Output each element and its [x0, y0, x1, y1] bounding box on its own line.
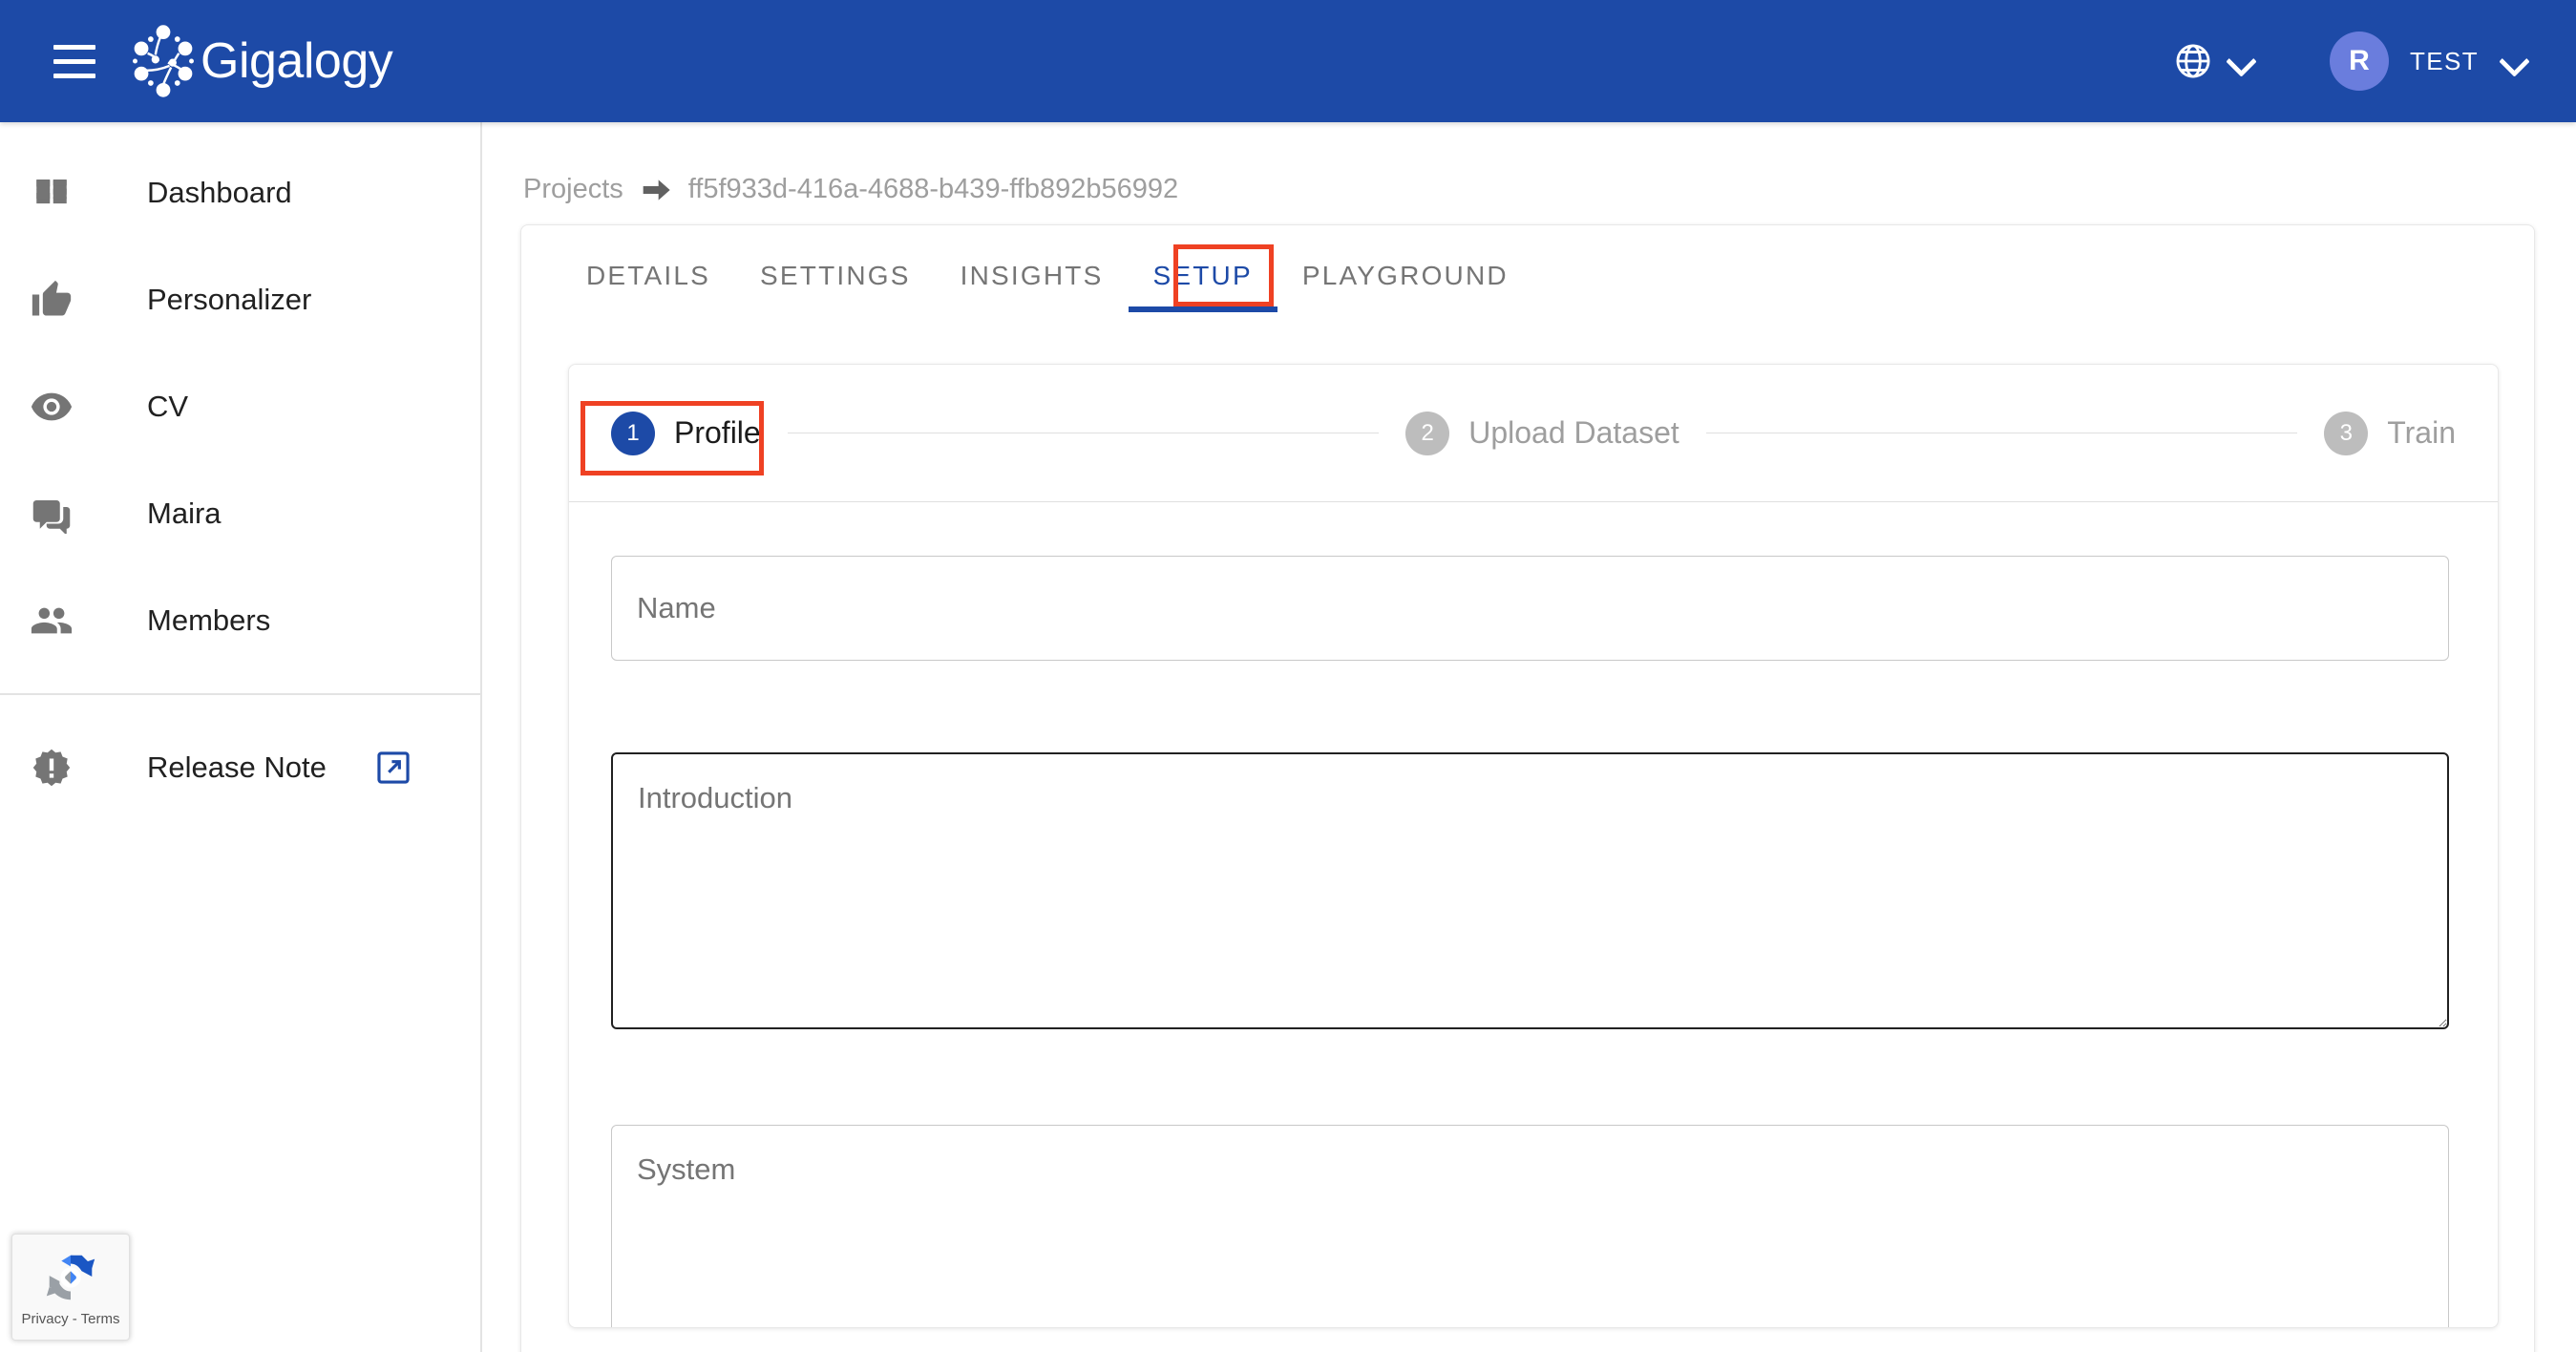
sidebar-item-label: Release Note [147, 750, 327, 785]
step-number-badge: 3 [2324, 412, 2368, 455]
hamburger-bar [53, 59, 95, 64]
sidebar-item-label: Dashboard [147, 176, 292, 210]
sidebar: Dashboard Personalizer CV Maira Members … [0, 122, 482, 1352]
step-profile[interactable]: 1 Profile [611, 412, 761, 455]
language-selector[interactable] [2162, 33, 2267, 89]
sidebar-item-cv[interactable]: CV [0, 353, 480, 460]
step-label: Upload Dataset [1468, 415, 1679, 451]
tab-details[interactable]: DETAILS [561, 224, 735, 312]
tab-settings[interactable]: SETTINGS [735, 224, 936, 312]
hamburger-bar [53, 74, 95, 78]
recaptcha-terms-text[interactable]: Privacy - Terms [21, 1311, 119, 1327]
breadcrumb: Projects ff5f933d-416a-4688-b439-ffb892b… [523, 174, 2576, 205]
step-label: Train [2387, 415, 2456, 451]
system-textarea[interactable] [611, 1125, 2449, 1328]
step-number-badge: 1 [611, 412, 655, 455]
tab-insights[interactable]: INSIGHTS [936, 224, 1129, 312]
sidebar-item-release-note[interactable]: Release Note [0, 714, 480, 821]
eye-icon [21, 380, 82, 433]
gigalogy-network-logo-icon [124, 22, 202, 100]
sidebar-divider [0, 693, 480, 695]
thumbs-up-icon [21, 273, 82, 327]
main-content: Projects ff5f933d-416a-4688-b439-ffb892b… [482, 122, 2576, 1352]
globe-icon [2173, 41, 2213, 81]
step-upload-dataset[interactable]: 2 Upload Dataset [1405, 412, 1679, 455]
dashboard-grid-icon [21, 166, 82, 220]
brand-logo[interactable]: Gigalogy [124, 22, 392, 100]
recaptcha-badge[interactable]: Privacy - Terms [11, 1234, 130, 1341]
project-card: DETAILS SETTINGS INSIGHTS SETUP PLAYGROU… [520, 224, 2535, 1352]
tab-bar: DETAILS SETTINGS INSIGHTS SETUP PLAYGROU… [521, 225, 2534, 313]
introduction-textarea[interactable] [611, 752, 2449, 1029]
header-actions: R TEST [2162, 26, 2538, 96]
chevron-down-icon[interactable] [2500, 47, 2528, 75]
setup-stepper: 1 Profile 2 Upload Dataset 3 Train [569, 365, 2498, 502]
user-name: TEST [2410, 47, 2479, 76]
avatar: R [2330, 32, 2389, 91]
app-header: Gigalogy R TEST [0, 0, 2576, 122]
hamburger-icon[interactable] [46, 32, 103, 90]
sidebar-item-label: CV [147, 390, 188, 424]
sidebar-item-members[interactable]: Members [0, 567, 480, 674]
brand-name: Gigalogy [201, 32, 392, 90]
breadcrumb-projects-link[interactable]: Projects [523, 174, 623, 205]
breadcrumb-current-project: ff5f933d-416a-4688-b439-ffb892b56992 [688, 174, 1178, 205]
arrow-right-icon [641, 179, 671, 201]
hamburger-bar [53, 45, 95, 50]
step-label: Profile [674, 415, 761, 451]
recaptcha-logo-icon [41, 1248, 100, 1307]
sidebar-item-dashboard[interactable]: Dashboard [0, 139, 480, 246]
sidebar-item-label: Personalizer [147, 283, 311, 317]
chevron-down-icon[interactable] [2227, 47, 2255, 75]
sidebar-item-personalizer[interactable]: Personalizer [0, 246, 480, 353]
people-icon [21, 594, 82, 647]
alert-badge-icon [21, 741, 82, 794]
external-link-icon[interactable] [375, 750, 412, 786]
chat-bubbles-icon [21, 487, 82, 540]
tab-playground[interactable]: PLAYGROUND [1277, 224, 1533, 312]
step-train[interactable]: 3 Train [2324, 412, 2456, 455]
step-number-badge: 2 [1405, 412, 1449, 455]
sidebar-item-label: Members [147, 603, 270, 638]
user-menu[interactable]: R TEST [2320, 26, 2538, 96]
profile-form [569, 502, 2498, 1328]
setup-wizard-card: 1 Profile 2 Upload Dataset 3 Train [568, 364, 2499, 1328]
sidebar-item-maira[interactable]: Maira [0, 460, 480, 567]
name-input[interactable] [611, 556, 2449, 661]
sidebar-item-label: Maira [147, 496, 222, 531]
tab-setup[interactable]: SETUP [1129, 224, 1277, 312]
